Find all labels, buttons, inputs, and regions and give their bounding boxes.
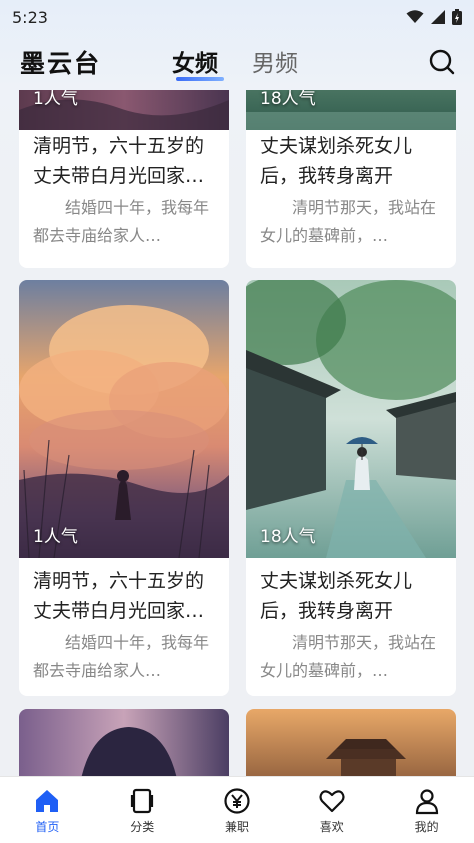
book-title: 清明节，六十五岁的丈夫带白月光回家… <box>33 570 205 622</box>
popularity-label: 18人气 <box>260 527 316 547</box>
book-feed[interactable]: 1人气 清明节，六十五岁的丈夫带白月光回家… 结婚四十年，我每年都去寺庙给家人…… <box>0 90 474 776</box>
app-header: 墨云台 女频 男频 <box>0 36 474 88</box>
book-cover <box>246 280 456 558</box>
nav-profile[interactable]: 我的 <box>379 777 474 843</box>
book-card[interactable] <box>19 709 229 776</box>
signal-icon <box>431 10 445 24</box>
book-summary: 清明节那天，我站在女儿的墓碑前，… <box>260 198 437 245</box>
book-cover <box>246 709 456 776</box>
nav-parttime-label: 兼职 <box>224 820 249 834</box>
yen-icon <box>224 788 250 814</box>
nav-profile-label: 我的 <box>414 820 439 834</box>
book-title: 丈夫谋划杀死女儿后，我转身离开 <box>260 135 413 187</box>
book-summary: 结婚四十年，我每年都去寺庙给家人… <box>33 633 210 680</box>
book-title: 清明节，六十五岁的丈夫带白月光回家… <box>33 135 205 187</box>
book-summary: 结婚四十年，我每年都去寺庙给家人… <box>33 198 210 245</box>
tab-male[interactable]: 男频 <box>252 44 298 78</box>
book-summary: 清明节那天，我站在女儿的墓碑前，… <box>260 633 437 680</box>
bottom-navigation: 首页 分类 兼职 喜欢 我的 <box>0 776 474 843</box>
nav-category[interactable]: 分类 <box>95 777 190 843</box>
nav-home-label: 首页 <box>35 820 60 834</box>
home-icon <box>36 790 59 812</box>
status-bar: 5:23 <box>0 0 474 34</box>
popularity-label: 1人气 <box>33 527 78 547</box>
book-cover <box>19 709 229 776</box>
popularity-label: 1人气 <box>33 90 78 109</box>
nav-favorites[interactable]: 喜欢 <box>284 777 379 843</box>
heart-icon <box>319 790 345 813</box>
book-title: 丈夫谋划杀死女儿后，我转身离开 <box>260 570 413 622</box>
nav-favorites-label: 喜欢 <box>319 820 344 834</box>
category-icon <box>131 788 154 814</box>
battery-icon <box>452 9 462 25</box>
book-card[interactable] <box>246 709 456 776</box>
nav-parttime[interactable]: 兼职 <box>190 777 285 843</box>
nav-category-label: 分类 <box>130 820 155 834</box>
popularity-label: 18人气 <box>260 90 316 109</box>
status-time: 5:23 <box>12 7 48 27</box>
book-card[interactable]: 18人气 丈夫谋划杀死女儿后，我转身离开 清明节那天，我站在女儿的墓碑前，… <box>246 90 456 268</box>
book-card[interactable]: 18人气 丈夫谋划杀死女儿后，我转身离开 清明节那天，我站在女儿的墓碑前，… <box>246 280 456 696</box>
active-tab-indicator <box>176 77 224 81</box>
app-title: 墨云台 <box>20 49 102 78</box>
search-icon[interactable] <box>428 48 456 76</box>
wifi-icon <box>406 10 424 23</box>
nav-home[interactable]: 首页 <box>0 777 95 843</box>
book-card[interactable]: 1人气 清明节，六十五岁的丈夫带白月光回家… 结婚四十年，我每年都去寺庙给家人… <box>19 90 229 268</box>
person-icon <box>415 789 438 815</box>
book-cover <box>19 280 229 558</box>
book-card[interactable]: 1人气 清明节，六十五岁的丈夫带白月光回家… 结婚四十年，我每年都去寺庙给家人… <box>19 280 229 696</box>
tab-female[interactable]: 女频 <box>172 44 218 78</box>
